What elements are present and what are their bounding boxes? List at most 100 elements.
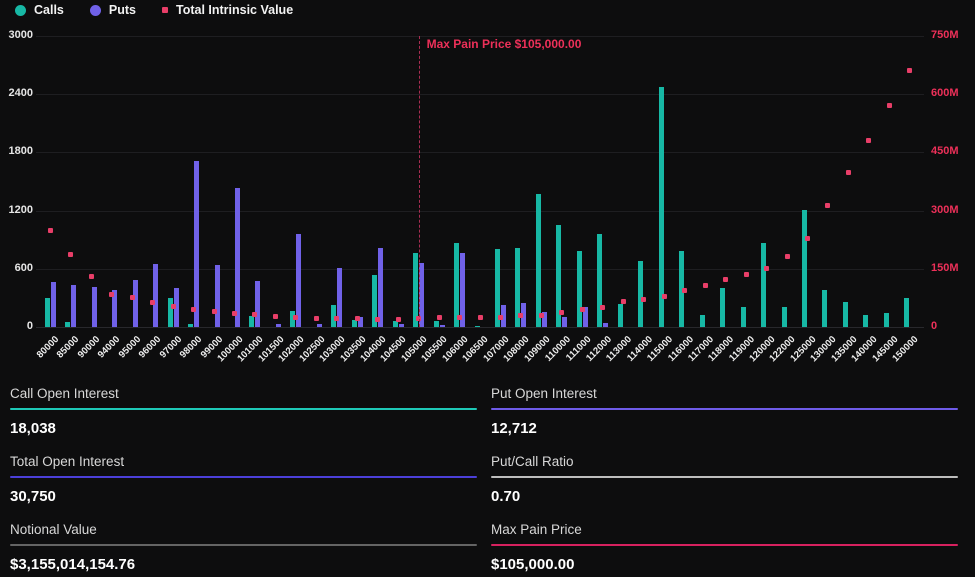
x-axis-label: 94000 [95, 334, 123, 361]
intrinsic-value-dot [191, 306, 196, 312]
calls-bar [842, 301, 848, 327]
y-axis-right-label: 450M [931, 145, 959, 158]
calls-bar [188, 324, 193, 327]
calls-bar [781, 307, 787, 327]
puts-bar [603, 323, 609, 327]
intrinsic-value-dot [293, 314, 299, 320]
puts-bar [132, 280, 138, 327]
y-axis-right-label: 300M [931, 203, 959, 216]
gridline [36, 152, 924, 154]
calls-bar [617, 303, 623, 327]
intrinsic-value-dot [170, 303, 176, 309]
stat-notional-value: Notional Value $3,155,014,154.76 [10, 521, 477, 574]
stat-value: 30,750 [10, 488, 56, 505]
intrinsic-value-dot [375, 316, 381, 322]
x-axis-label: 90000 [75, 334, 102, 361]
stat-accent-line [10, 476, 477, 478]
intrinsic-value-dot [109, 291, 115, 297]
stat-value: 18,038 [10, 420, 56, 437]
stat-label: Max Pain Price [491, 522, 582, 537]
stat-label: Put Open Interest [491, 386, 597, 401]
calls-bar [576, 250, 582, 327]
intrinsic-value-dot [804, 235, 810, 241]
intrinsic-value-dot [702, 283, 708, 289]
calls-bar [740, 307, 746, 327]
calls-bar [474, 325, 480, 327]
intrinsic-value-dot [129, 295, 135, 300]
stat-value: $3,155,014,154.76 [10, 556, 136, 573]
intrinsic-value-dot [436, 315, 442, 321]
options-open-interest-dashboard: Calls Puts Total Intrinsic Value 3000 750M 2… [0, 0, 975, 577]
intrinsic-value-dot [477, 314, 483, 320]
intrinsic-value-dot [334, 315, 340, 321]
calls-bar [167, 297, 173, 327]
legend-item-total-intrinsic-value[interactable]: Total Intrinsic Value [161, 3, 293, 17]
calls-bar [535, 194, 541, 327]
y-axis-right-label: 150M [931, 261, 959, 274]
y-axis-right-label: 600M [931, 87, 959, 100]
calls-bar [720, 288, 726, 327]
calls-bar [658, 87, 664, 327]
intrinsic-value-dot [723, 276, 729, 282]
open-interest-chart: Calls Puts Total Intrinsic Value 3000 750M 2… [0, 0, 975, 377]
intrinsic-value-dot [88, 273, 94, 279]
intrinsic-value-dot [231, 310, 237, 316]
stat-label: Notional Value [10, 522, 97, 537]
intrinsic-value-dot [784, 253, 790, 259]
calls-bar [433, 320, 439, 327]
stat-call-open-interest: Call Open Interest 18,038 [10, 385, 477, 438]
stat-value: 0.70 [491, 488, 521, 505]
x-axis-label: 96000 [136, 334, 164, 361]
intrinsic-value-dot [682, 288, 688, 293]
intrinsic-value-dot [559, 310, 565, 316]
calls-bar [249, 315, 255, 327]
stat-accent-line [491, 408, 958, 410]
legend-item-calls[interactable]: Calls [15, 3, 64, 17]
intrinsic-value-dot [764, 265, 769, 271]
puts-bar [378, 247, 384, 327]
intrinsic-value-dot [518, 313, 524, 319]
stats-grid: Call Open Interest 18,038 Put Open Interes… [0, 377, 975, 577]
intrinsic-value-dot [866, 137, 872, 143]
x-axis-label: 80000 [34, 334, 61, 361]
y-axis-left-label: 3000 [8, 29, 33, 41]
intrinsic-value-dot [313, 315, 319, 321]
stat-put-call-ratio: Put/Call Ratio 0.70 [491, 453, 958, 506]
intrinsic-value-dot [743, 271, 749, 277]
puts-bar [234, 187, 240, 327]
calls-marker-icon [15, 4, 26, 16]
puts-bar [316, 324, 322, 327]
puts-bar [50, 281, 56, 327]
x-axis-line [36, 327, 924, 328]
intrinsic-value-dot [538, 312, 544, 318]
stat-put-open-interest: Put Open Interest 12,712 [491, 385, 958, 438]
calls-bar [883, 313, 889, 327]
intrinsic-value-dot [211, 308, 217, 314]
max-pain-line [418, 36, 420, 327]
legend-item-puts[interactable]: Puts [89, 3, 136, 17]
x-axis-label: 95000 [116, 334, 143, 361]
y-axis-left-label: 2400 [8, 87, 33, 100]
stat-accent-line [10, 408, 477, 410]
stat-value: $105,000.00 [491, 556, 575, 573]
puts-bar [71, 285, 77, 327]
y-axis-left-label: 1800 [8, 145, 33, 158]
y-axis-left-label: 0 [26, 320, 33, 332]
puts-bar [214, 265, 220, 327]
puts-marker-icon [89, 4, 101, 16]
puts-bar [194, 161, 199, 327]
intrinsic-value-dot [845, 170, 851, 176]
calls-bar [863, 314, 869, 327]
calls-bar [822, 290, 828, 327]
calls-bar [904, 298, 910, 327]
y-axis-right-label: 0 [931, 320, 938, 332]
intrinsic-value-dot [252, 312, 258, 318]
total-intrinsic-value-marker-icon [161, 7, 168, 13]
stat-accent-line [491, 476, 958, 478]
max-pain-annotation: Max Pain Price $105,000.00 [426, 37, 582, 51]
legend-item-label: Puts [108, 3, 136, 17]
chart-legend: Calls Puts Total Intrinsic Value [15, 3, 293, 17]
intrinsic-value-dot [272, 314, 278, 319]
intrinsic-value-dot [457, 315, 462, 321]
intrinsic-value-dot [620, 299, 626, 305]
